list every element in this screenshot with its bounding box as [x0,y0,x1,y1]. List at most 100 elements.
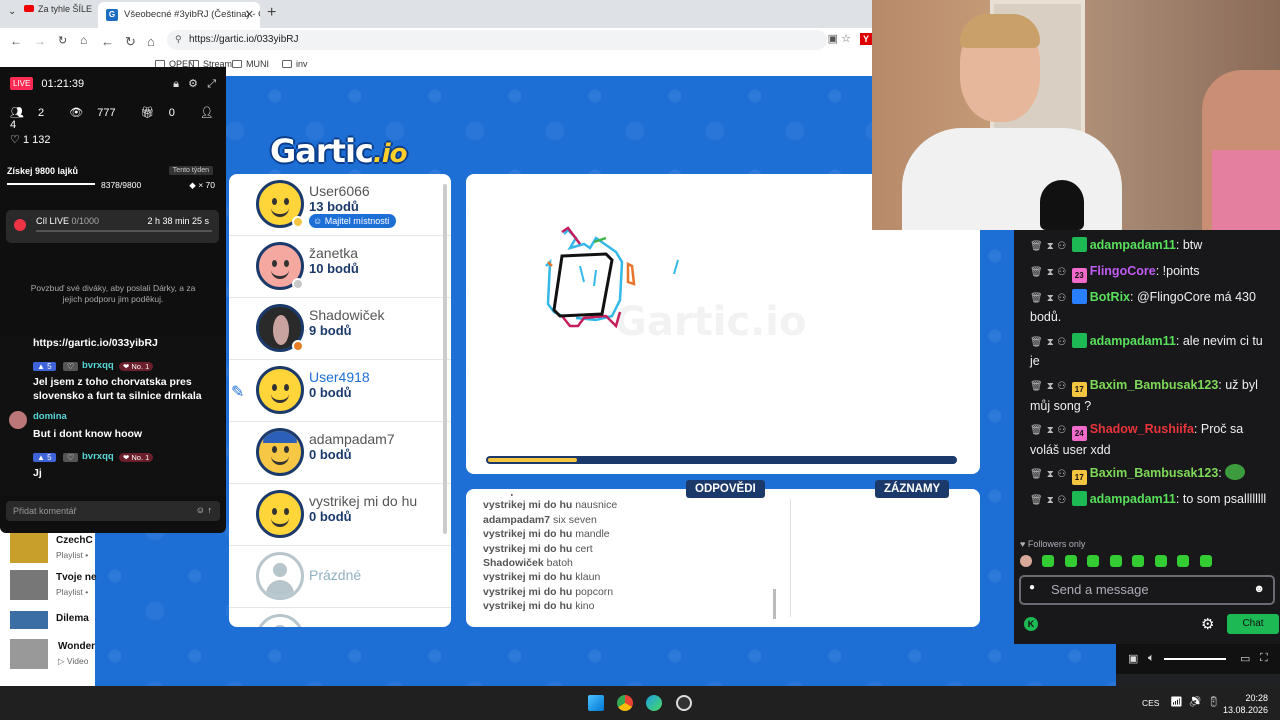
mod-actions-icon[interactable]: 🗑︎⧗⚇ [1030,469,1070,480]
volume-icon[interactable]: 🔈︎ [1148,652,1155,665]
edge-icon[interactable] [646,695,662,711]
player-row[interactable]: adampadam7 0 bodů [229,422,451,484]
captions-icon[interactable]: ▣ [1128,652,1138,665]
user-badge [1071,237,1087,252]
site-info-icon[interactable]: ⚲ [175,34,182,45]
mod-actions-icon[interactable]: 🗑︎⧗⚇ [1030,293,1070,304]
windows-start-icon[interactable] [588,695,604,711]
channel-points-icon[interactable]: K [1024,617,1038,631]
live-goal-card[interactable]: Cíl LIVE 0/1000 2 h 38 min 25 s [6,210,219,243]
gear-icon[interactable]: ⚙ [188,78,198,90]
mod-actions-icon[interactable]: 🗑︎⧗⚇ [1030,425,1070,436]
chat-username[interactable]: Shadow_Rushiifa [1090,422,1194,436]
player-row[interactable]: žanetka 10 bodů [229,236,451,298]
lock-icon[interactable]: 🔒︎ [173,78,179,90]
expand-icon[interactable]: ⤢ [207,78,216,90]
emote-icon[interactable] [1132,555,1145,567]
player-row-drawing[interactable]: ✎ User4918 0 bodů [229,360,451,422]
emote-icon[interactable] [1087,555,1100,567]
emote-icon[interactable] [1154,555,1167,567]
clock[interactable]: 20:28 13.08.2026 [1223,692,1268,716]
forward-arrow-icon[interactable]: → [34,34,46,48]
reply-icon[interactable]: ● [1029,582,1035,593]
url-input[interactable]: ⚲ https://gartic.io/033yibRJ [167,30,827,50]
rose-icon [14,219,26,231]
back-arrow-icon[interactable]: ← [10,34,22,48]
taskbar: CES 📶︎🔊︎🔋︎ 20:28 13.08.2026 [0,686,1280,720]
star-icon[interactable]: ☆ [841,33,851,45]
emote-icon[interactable] [1177,555,1190,567]
mod-actions-icon[interactable]: 🗑︎⧗⚇ [1030,337,1070,348]
item-subtitle-text: Video [66,656,89,666]
new-tab-icon[interactable]: + [267,4,276,22]
chat-username[interactable]: BotRix [1090,290,1130,304]
mod-actions-icon[interactable]: 🗑︎⧗⚇ [1030,241,1070,252]
chrome-icon[interactable] [617,695,633,711]
list-item[interactable]: Wonder ▷ Video [10,639,95,675]
player-points: 13 bodů [309,199,359,214]
mod-actions-icon[interactable]: 🗑︎⧗⚇ [1030,267,1070,278]
emote-picker-icon[interactable]: ☻ [1253,583,1265,595]
chat-input[interactable]: ● Send a message ☻ [1019,575,1275,605]
emote-icon[interactable] [1109,555,1122,567]
url-text: https://gartic.io/033yibRJ [189,34,299,45]
answer-row: adampadam7 six seven [483,513,773,527]
reader-mode-icon[interactable]: ▣ [828,33,838,45]
language-indicator[interactable]: CES [1142,698,1159,708]
back-arrow-icon[interactable]: ← [101,34,114,49]
mod-actions-icon[interactable]: 🗑︎⧗⚇ [1030,495,1070,506]
tab-records[interactable]: ZÁZNAMY [875,480,950,498]
fullscreen-icon[interactable]: ⛶ [1260,652,1268,665]
user-badge [1071,289,1087,304]
gift-promo-text: Povzbuď své diváky, aby poslali Dárky, a… [30,283,196,305]
chat-username[interactable]: Baxim_Bambusak123 [1090,378,1219,392]
comment-input[interactable]: Přidat komentář ☺ ↑ [6,501,220,521]
list-item[interactable]: Tvoje ne Playlist • [10,570,97,606]
emote-icon[interactable] [1199,555,1212,567]
gear-icon[interactable]: ⚙ [1201,615,1214,633]
folder-icon [232,60,242,68]
browser-tab-active[interactable]: G Všeobecné #3yibRJ (Čeština) - Gar ✕ [98,2,260,28]
emote-icon[interactable] [1064,555,1077,567]
chat-button[interactable]: Chat [1227,614,1279,634]
separator: : [1175,334,1183,348]
player-row[interactable]: Shadowiček 9 bodů [229,298,451,360]
user-badge [1071,491,1087,506]
pip-icon[interactable]: ▭ [1240,652,1250,665]
chat-username[interactable]: bvrxqq [82,360,114,371]
player-name: Prázdné [309,567,362,583]
volume-slider[interactable] [1164,658,1226,660]
background-tab[interactable]: Za tyhle ŠÍLE [24,4,92,14]
close-tab-icon[interactable]: ✕ [245,8,254,21]
list-item[interactable]: CzechC Playlist • [10,533,95,569]
mod-actions-icon[interactable]: 🗑︎⧗⚇ [1030,381,1070,392]
obs-icon[interactable] [676,695,692,711]
chat-username[interactable]: FlingoCore [1090,264,1156,278]
bookmark-muni[interactable]: MUNI [232,59,269,69]
rank-text: No. 1 [131,362,150,371]
chat-username[interactable]: Baxim_Bambusak123 [1090,466,1219,480]
reload-icon[interactable]: ↻ [125,34,136,50]
chat-username[interactable]: adampadam11 [1090,492,1176,506]
players-scrollbar[interactable] [443,184,447,534]
chat-username[interactable]: bvrxqq [82,451,114,462]
chat-username[interactable]: adampadam11 [1090,238,1176,252]
emote-icon[interactable] [1042,555,1055,567]
panel-divider [790,499,791,617]
player-row[interactable]: vystrikej mi do hu 0 bodů [229,484,451,546]
chat-username[interactable]: adampadam11 [1090,334,1176,348]
bookmark-inv[interactable]: inv [282,59,308,69]
reload-icon[interactable]: ↻ [58,34,67,47]
system-tray-icons[interactable]: 📶︎🔊︎🔋︎ [1170,697,1226,708]
player-row[interactable]: User6066 13 bodů ☺ Majitel místnosti [229,174,451,236]
chat-message: 🗑︎⧗⚇ 17 Baxim_Bambusak123: [1030,464,1275,485]
views-count: 777 [97,107,116,119]
video-thumbnail [10,533,48,563]
tab-list-chevron-icon[interactable]: ⌄ [8,6,16,17]
answers-scrollbar[interactable] [773,589,776,619]
yandex-extension-icon[interactable]: Y [860,33,872,45]
home-icon[interactable]: ⌂ [147,34,155,49]
send-icon[interactable]: ☺ ↑ [196,505,212,515]
home-icon[interactable]: ⌂ [80,33,87,47]
chat-username[interactable]: domina [33,411,67,422]
